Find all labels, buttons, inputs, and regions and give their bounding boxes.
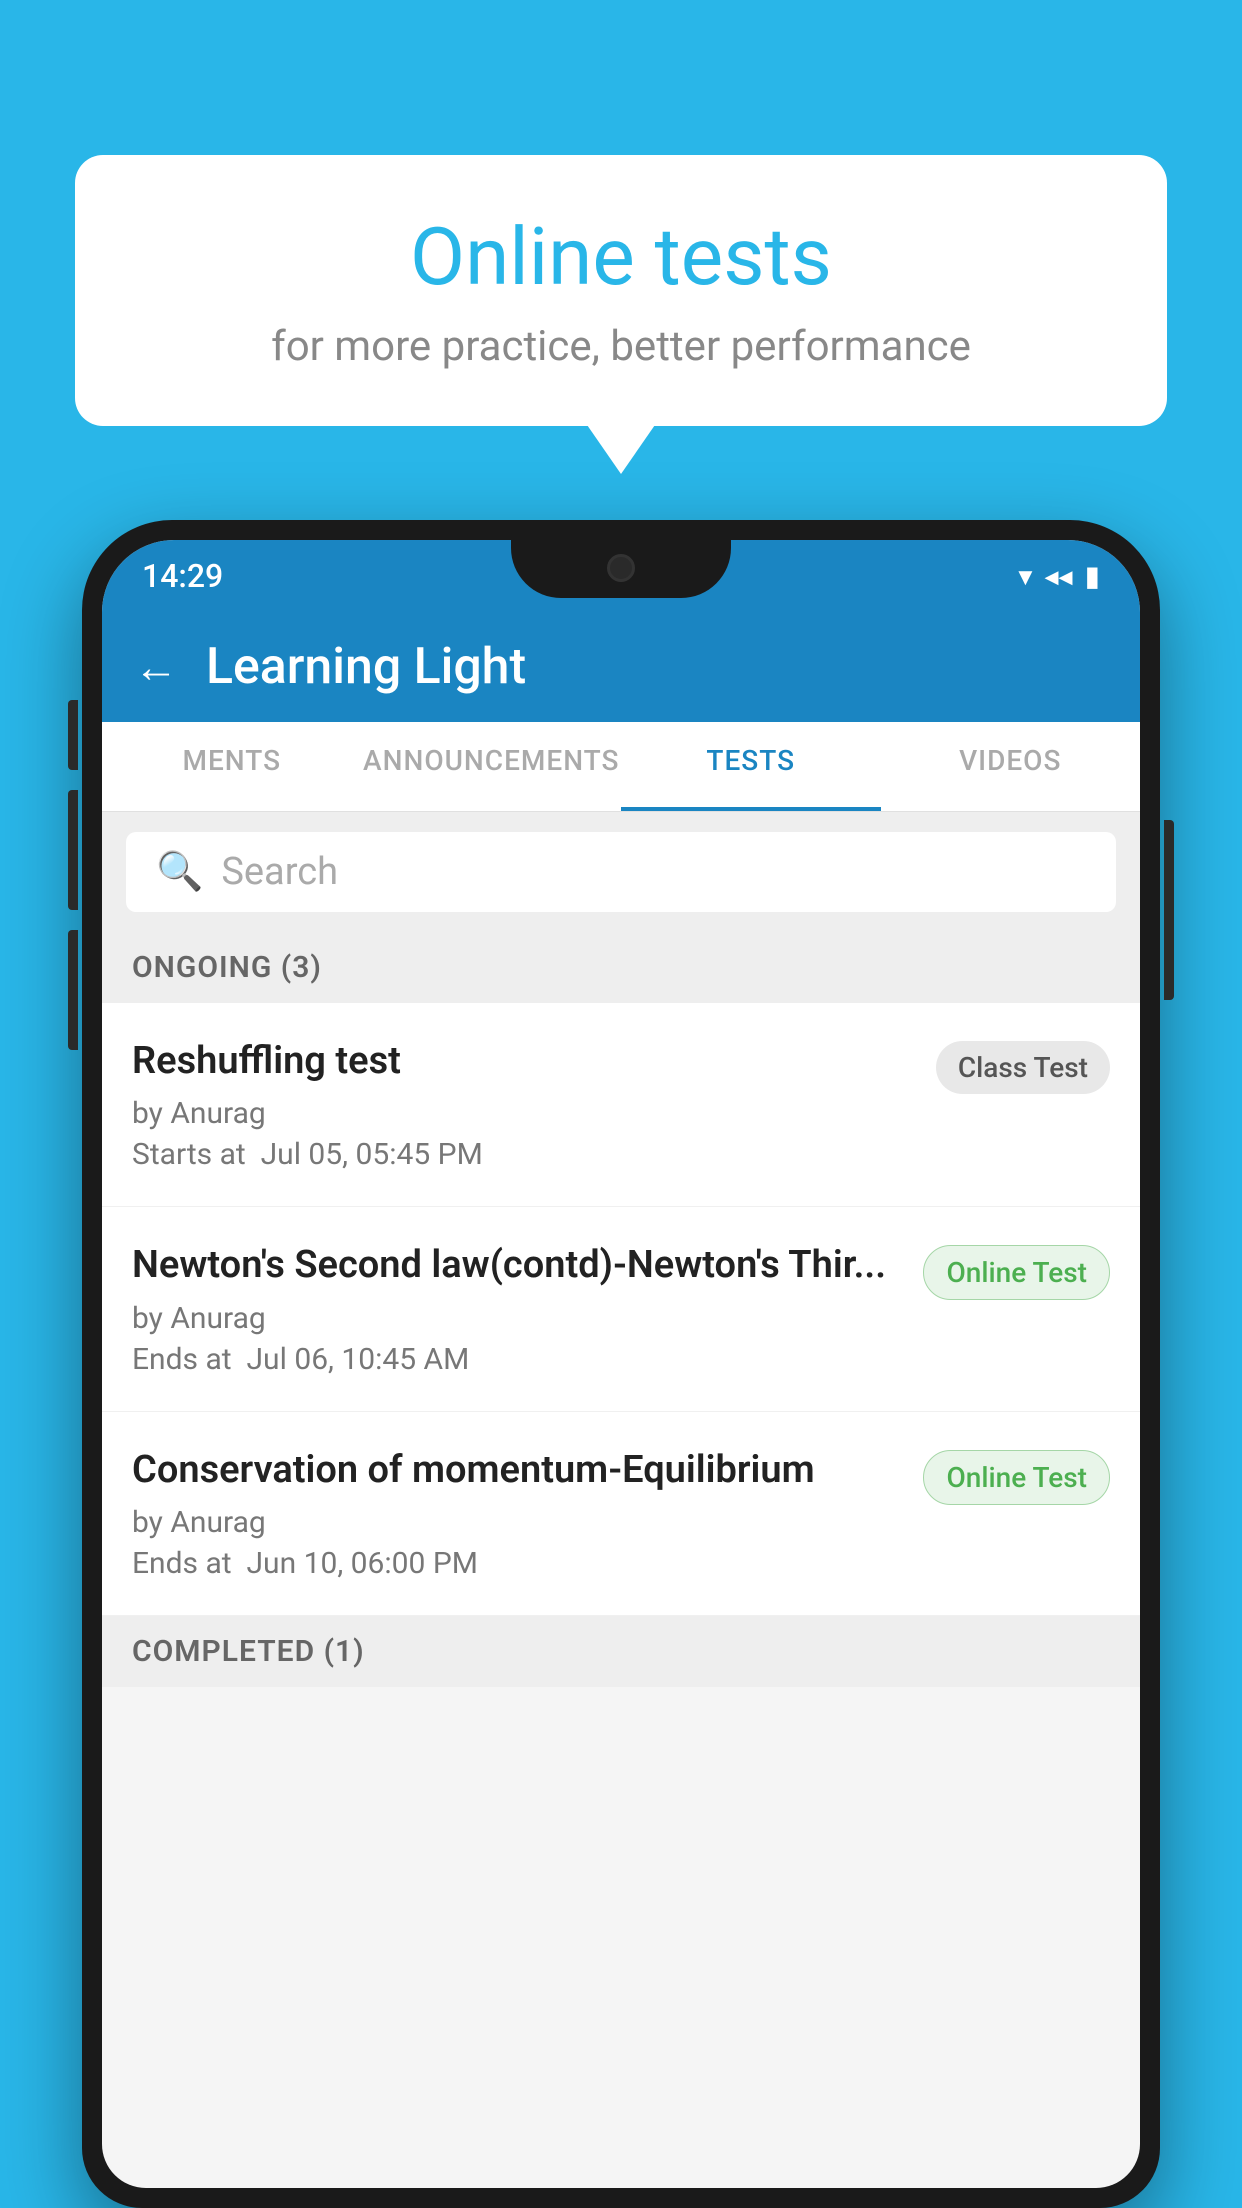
test-author: by Anurag (132, 1505, 907, 1540)
search-bar[interactable]: 🔍 Search (126, 832, 1116, 912)
ongoing-section-header: ONGOING (3) (102, 932, 1140, 1003)
test-time: Ends at Jul 06, 10:45 AM (132, 1342, 907, 1377)
test-time: Starts at Jul 05, 05:45 PM (132, 1137, 920, 1172)
bubble-title: Online tests (135, 210, 1107, 304)
signal-icon: ◂◂ (1044, 560, 1072, 593)
tab-announcements[interactable]: ANNOUNCEMENTS (362, 722, 622, 811)
volume-down-button (68, 930, 78, 1050)
tab-ments[interactable]: MENTS (102, 722, 362, 811)
test-item[interactable]: Conservation of momentum-Equilibrium by … (102, 1412, 1140, 1616)
test-item[interactable]: Reshuffling test by Anurag Starts at Jul… (102, 1003, 1140, 1207)
test-badge-online: Online Test (923, 1245, 1110, 1300)
test-list: Reshuffling test by Anurag Starts at Jul… (102, 1003, 1140, 1616)
app-bar: ← Learning Light (102, 612, 1140, 722)
test-item[interactable]: Newton's Second law(contd)-Newton's Thir… (102, 1207, 1140, 1411)
test-author: by Anurag (132, 1301, 907, 1336)
phone-frame: 14:29 ▾ ◂◂ ▮ ← Learning Light MENTS ANNO… (82, 520, 1160, 2208)
power-button (1164, 820, 1174, 1000)
test-time: Ends at Jun 10, 06:00 PM (132, 1546, 907, 1581)
promo-bubble: Online tests for more practice, better p… (75, 155, 1167, 426)
app-bar-title: Learning Light (206, 638, 526, 696)
test-badge-class: Class Test (936, 1041, 1110, 1094)
search-container: 🔍 Search (102, 812, 1140, 932)
wifi-icon: ▾ (1018, 560, 1032, 593)
completed-section-header: COMPLETED (1) (102, 1616, 1140, 1687)
tab-bar: MENTS ANNOUNCEMENTS TESTS VIDEOS (102, 722, 1140, 812)
test-info: Conservation of momentum-Equilibrium by … (132, 1446, 907, 1581)
search-placeholder: Search (221, 850, 338, 894)
status-time: 14:29 (142, 557, 223, 595)
test-title: Newton's Second law(contd)-Newton's Thir… (132, 1241, 907, 1290)
tab-videos[interactable]: VIDEOS (881, 722, 1141, 811)
test-title: Conservation of momentum-Equilibrium (132, 1446, 907, 1495)
back-button[interactable]: ← (134, 641, 178, 693)
phone-camera (607, 554, 635, 582)
test-badge-online: Online Test (923, 1450, 1110, 1505)
search-icon: 🔍 (156, 850, 203, 894)
bubble-subtitle: for more practice, better performance (135, 322, 1107, 371)
test-author: by Anurag (132, 1096, 920, 1131)
test-title: Reshuffling test (132, 1037, 920, 1086)
tab-tests[interactable]: TESTS (621, 722, 881, 811)
volume-up-button (68, 790, 78, 910)
battery-icon: ▮ (1085, 560, 1100, 593)
phone-screen: 14:29 ▾ ◂◂ ▮ ← Learning Light MENTS ANNO… (102, 540, 1140, 2188)
status-icons: ▾ ◂◂ ▮ (1018, 560, 1100, 593)
volume-button (68, 700, 78, 770)
test-info: Reshuffling test by Anurag Starts at Jul… (132, 1037, 920, 1172)
test-info: Newton's Second law(contd)-Newton's Thir… (132, 1241, 907, 1376)
phone-notch (511, 540, 731, 598)
